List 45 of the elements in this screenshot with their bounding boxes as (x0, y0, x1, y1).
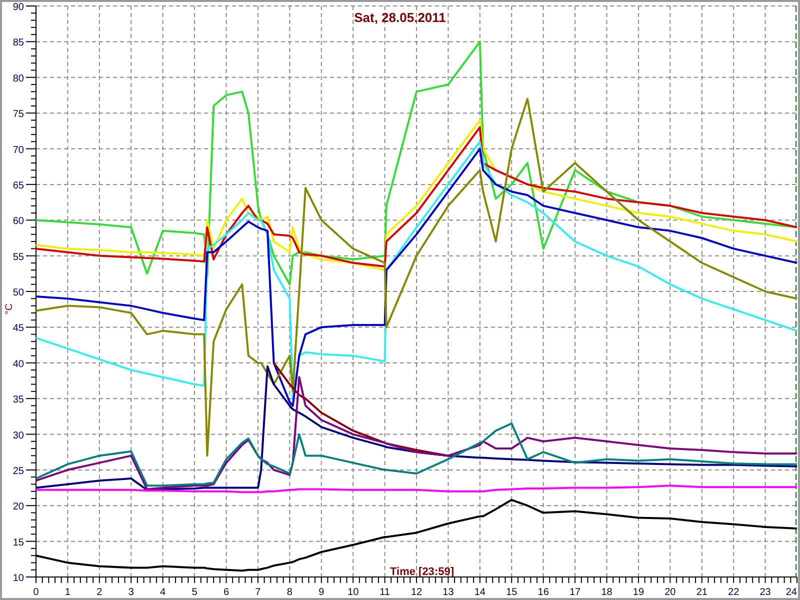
x-tick-label: 16 (538, 587, 549, 598)
y-tick-label: 65 (12, 180, 24, 192)
y-tick-label: 45 (12, 323, 24, 334)
y-tick-label: 20 (12, 502, 24, 513)
x-tick-label: 1 (64, 587, 70, 598)
y-tick-label: 25 (12, 466, 24, 477)
x-tick-label: 20 (664, 587, 676, 598)
y-tick-label: 70 (12, 144, 24, 156)
x-tick-label: 5 (192, 587, 198, 598)
x-tick-label: 7 (255, 587, 261, 598)
y-tick-label: 35 (12, 394, 24, 406)
y-tick-label: 90 (12, 2, 24, 13)
x-tick-label: 6 (223, 587, 230, 598)
x-tick-label: 12 (410, 587, 422, 598)
x-tick-label: 23 (760, 587, 771, 598)
x-tick-label: 22 (728, 587, 740, 598)
x-tick-label: 0 (33, 587, 39, 598)
x-tick-label: 3 (128, 587, 134, 598)
x-tick-label: 2 (96, 587, 102, 598)
x-tick-label: 11 (380, 587, 390, 598)
x-axis-title: Time [23:59] (390, 566, 454, 578)
y-tick-label: 85 (12, 38, 24, 49)
y-tick-label: 60 (12, 216, 24, 228)
chart-title: Sat, 28.05.2011 (354, 10, 446, 25)
y-tick-label: 10 (12, 573, 24, 584)
y-tick-label: 15 (12, 537, 24, 548)
x-tick-label: 24 (786, 587, 797, 598)
x-tick-label: 18 (601, 587, 612, 598)
x-tick-label: 14 (474, 587, 486, 598)
x-tick-label: 21 (696, 587, 708, 598)
y-tick-label: 40 (12, 358, 24, 370)
y-tick-label: 80 (12, 73, 24, 84)
y-tick-label: 50 (12, 288, 24, 298)
y-tick-label: 55 (12, 252, 24, 263)
x-tick-label: 10 (348, 587, 359, 598)
x-tick-label: 13 (442, 587, 454, 598)
x-tick-label: 17 (569, 587, 581, 598)
x-tick-label: 8 (286, 587, 292, 598)
y-tick-label: 30 (12, 430, 24, 442)
x-tick-label: 15 (506, 587, 518, 598)
x-tick-label: 19 (632, 587, 644, 598)
y-tick-label: 75 (12, 109, 24, 120)
x-tick-label: 9 (318, 587, 324, 598)
y-axis-title: °C (4, 303, 15, 315)
x-tick-label: 4 (160, 587, 166, 598)
